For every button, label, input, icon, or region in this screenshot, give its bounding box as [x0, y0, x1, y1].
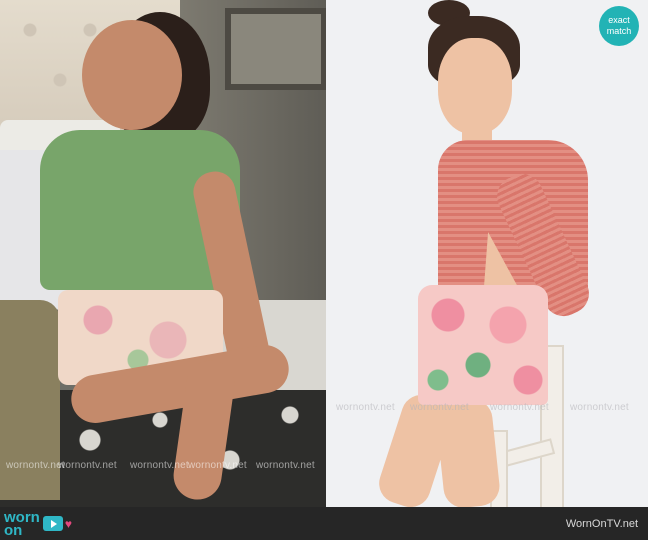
watermark-text: wornontv.net: [570, 402, 629, 413]
logo-text-on: on: [4, 521, 23, 539]
watermark-text: wornontv.net: [130, 460, 189, 471]
wall-picture-frame: [225, 8, 326, 90]
floral-shorts-product: [418, 285, 548, 405]
watermark-text: wornontv.net: [58, 460, 117, 471]
wornontv-logo[interactable]: worn on ♥: [4, 509, 72, 538]
watermark-text: wornontv.net: [256, 460, 315, 471]
badge-line-2: match: [606, 26, 632, 36]
badge-line-1: exact: [608, 15, 630, 25]
watermark-text: wornontv.net: [490, 402, 549, 413]
heart-icon: ♥: [64, 516, 72, 531]
tv-still-image: wornontv.net wornontv.net wornontv.net w…: [0, 0, 326, 507]
tv-icon: [42, 516, 63, 531]
footer-bar: [0, 507, 648, 540]
site-name[interactable]: WornOnTV.net: [566, 518, 638, 530]
watermark-text: wornontv.net: [336, 402, 395, 413]
woman-face: [82, 20, 182, 130]
watermark-text: wornontv.net: [188, 460, 247, 471]
watermark-text: wornontv.net: [6, 460, 65, 471]
exact-match-badge: exact match: [599, 6, 639, 46]
watermark-text: wornontv.net: [410, 402, 469, 413]
model-leg: [434, 397, 502, 510]
